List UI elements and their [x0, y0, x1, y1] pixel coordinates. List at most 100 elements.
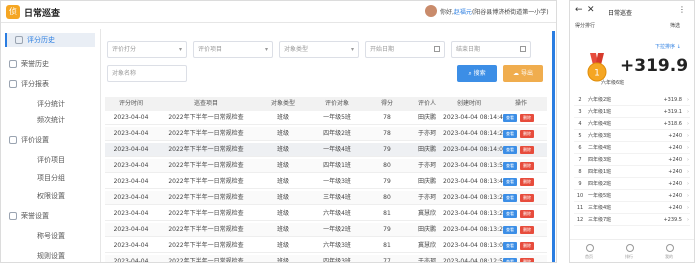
view-button[interactable]: 查看 [503, 130, 517, 138]
ranking-item[interactable]: 8 四年级1班 +240 › [574, 167, 690, 178]
rank-number: 9 [578, 181, 582, 187]
ranking-item[interactable]: 4 六年级4班 +318.6 › [574, 119, 690, 130]
sidebar-item[interactable]: 项目分组 [1, 171, 65, 185]
score-type-select[interactable]: 评价打分 ▾ [107, 41, 187, 58]
search-button[interactable]: ⌕ 搜索 [457, 65, 497, 82]
back-arrow-icon[interactable]: ← [575, 5, 583, 15]
ranking-item[interactable]: 9 四年级2班 +240 › [574, 179, 690, 190]
ranking-item[interactable]: 11 三年级4班 +240 › [574, 203, 690, 214]
object-name-input[interactable]: 对象名称 [107, 65, 187, 82]
ranking-item[interactable]: 2 六年级2班 +319.8 › [574, 95, 690, 106]
close-icon[interactable]: ✕ [587, 5, 595, 15]
table-row[interactable]: 2023-04-04 2022年下半年一日常规检查 班级 一年级2班 79 田庆鹏 2023… [105, 223, 547, 237]
history-icon [15, 36, 23, 44]
rank-score: +240 [668, 157, 682, 163]
column-header: 评分时间 [118, 100, 143, 107]
view-button[interactable]: 查看 [503, 162, 517, 170]
user-name[interactable]: 赵福元 [454, 9, 472, 16]
table-row[interactable]: 2023-04-04 2022年下半年一日常规检查 班级 三年级4班 80 于亦珂 2023… [105, 191, 547, 205]
sidebar-item[interactable]: 评分历史 [5, 33, 95, 47]
table-row[interactable]: 2023-04-04 2022年下半年一日常规检查 班级 四年级2班 78 于亦珂 2023… [105, 127, 547, 141]
more-icon[interactable]: ⋮ [678, 5, 686, 14]
ranking-item[interactable]: 10 一年级5班 +240 › [574, 191, 690, 202]
settings-icon [9, 136, 17, 144]
user-greeting[interactable]: 你好,赵福元(阳谷县博济桥街道第一小学) [440, 7, 549, 16]
chevron-right-icon: › [687, 121, 689, 127]
sidebar-item[interactable]: 荣誉设置 [1, 209, 49, 223]
mobile-header: ← ✕ 日常巡查 ⋮ [570, 1, 694, 23]
table-row[interactable]: 2023-04-04 2022年下半年一日常规检查 班级 一年级5班 78 田庆鹏 2023… [105, 111, 547, 125]
chevron-right-icon: › [687, 181, 689, 187]
honor-icon [9, 212, 17, 220]
delete-button[interactable]: 删除 [520, 210, 534, 218]
object-type-select[interactable]: 对象类型 ▾ [279, 41, 359, 58]
delete-button[interactable]: 删除 [520, 242, 534, 250]
ranking-item[interactable]: 12 三年级7班 +239.5 › [574, 215, 690, 226]
sidebar-item[interactable]: 频次统计 [1, 113, 65, 127]
delete-button[interactable]: 删除 [520, 162, 534, 170]
sidebar-item[interactable]: 权限设置 [1, 189, 65, 203]
view-button[interactable]: 查看 [503, 258, 517, 262]
table-row[interactable]: 2023-04-04 2022年下半年一日常规检查 班级 一年级3班 79 田庆鹏 2023… [105, 175, 547, 189]
view-button[interactable]: 查看 [503, 114, 517, 122]
scrollbar[interactable] [552, 31, 555, 262]
sidebar-item-label: 频次统计 [37, 116, 65, 124]
view-button[interactable]: 查看 [503, 178, 517, 186]
chevron-down-icon: ▾ [264, 46, 268, 53]
object-type-placeholder: 对象类型 [284, 46, 309, 53]
nav-icon[interactable] [626, 244, 634, 252]
delete-button[interactable]: 删除 [520, 194, 534, 202]
table-row[interactable]: 2023-04-04 2022年下半年一日常规检查 班级 四年级3班 77 于亦珂 2023… [105, 255, 547, 262]
sidebar-item[interactable]: 评价项目 [1, 153, 65, 167]
rank-score: +319.1 [663, 109, 682, 115]
view-button[interactable]: 查看 [503, 242, 517, 250]
nav-label[interactable]: 我的 [665, 254, 673, 260]
rank-number: 6 [578, 145, 582, 151]
nav-label[interactable]: 排行 [625, 254, 633, 260]
delete-button[interactable]: 删除 [520, 226, 534, 234]
sidebar-item[interactable]: 称号设置 [1, 229, 65, 243]
avatar[interactable] [425, 5, 437, 17]
ranking-item[interactable]: 5 六年级3班 +240 › [574, 131, 690, 142]
chevron-right-icon: › [687, 109, 689, 115]
delete-button[interactable]: 删除 [520, 178, 534, 186]
table-row[interactable]: 2023-04-04 2022年下半年一日常规检查 班级 六年级3班 81 冀慧欣 2023… [105, 239, 547, 253]
view-button[interactable]: 查看 [503, 146, 517, 154]
column-header: 评价对象 [324, 100, 349, 107]
sidebar-item[interactable]: 评分报表 [1, 77, 49, 91]
sidebar-item-label: 称号设置 [37, 232, 65, 240]
column-header: 操作 [514, 100, 527, 107]
rank-score: +240 [668, 181, 682, 187]
delete-button[interactable]: 删除 [520, 258, 534, 262]
table-row[interactable]: 2023-04-04 2022年下半年一日常规检查 班级 四年级1班 80 于亦珂 2023… [105, 159, 547, 173]
sidebar-item[interactable]: 评分统计 [1, 97, 65, 111]
nav-icon[interactable] [666, 244, 674, 252]
table-row[interactable]: 2023-04-04 2022年下半年一日常规检查 班级 一年级4班 79 田庆鹏 2023… [105, 143, 547, 157]
sidebar-item[interactable]: 评价设置 [1, 133, 49, 147]
view-button[interactable]: 查看 [503, 210, 517, 218]
nav-label[interactable]: 首页 [585, 254, 593, 260]
table-row[interactable]: 2023-04-04 2022年下半年一日常规检查 班级 六年级4班 81 冀慧欣 2023… [105, 207, 547, 221]
start-date-field[interactable]: 开始日期 [365, 41, 445, 58]
table-cell: 2022年下半年一日常规检查 [168, 162, 244, 169]
table-cell: 四年级2班 [323, 130, 351, 137]
view-button[interactable]: 查看 [503, 194, 517, 202]
delete-button[interactable]: 删除 [520, 130, 534, 138]
medal-icon [9, 60, 17, 68]
ranking-item[interactable]: 3 六年级1班 +319.1 › [574, 107, 690, 118]
sidebar-item[interactable]: 规则设置 [1, 249, 65, 262]
ranking-item[interactable]: 6 二年级4班 +240 › [574, 143, 690, 154]
filter-button[interactable]: 筛选 [670, 22, 680, 29]
delete-button[interactable]: 删除 [520, 114, 534, 122]
table-cell: 一年级2班 [323, 226, 351, 233]
delete-button[interactable]: 删除 [520, 146, 534, 154]
item-select[interactable]: 评价项目 ▾ [193, 41, 273, 58]
view-button[interactable]: 查看 [503, 226, 517, 234]
table-cell: 2023-04-04 [113, 146, 149, 153]
rank-class-name: 六年级2班 [588, 97, 612, 103]
sidebar-item[interactable]: 荣誉历史 [1, 57, 49, 71]
ranking-item[interactable]: 7 四年级3班 +240 › [574, 155, 690, 166]
end-date-field[interactable]: 结束日期 [451, 41, 531, 58]
export-button[interactable]: ☁ 导出 [503, 65, 543, 82]
nav-icon[interactable] [586, 244, 594, 252]
